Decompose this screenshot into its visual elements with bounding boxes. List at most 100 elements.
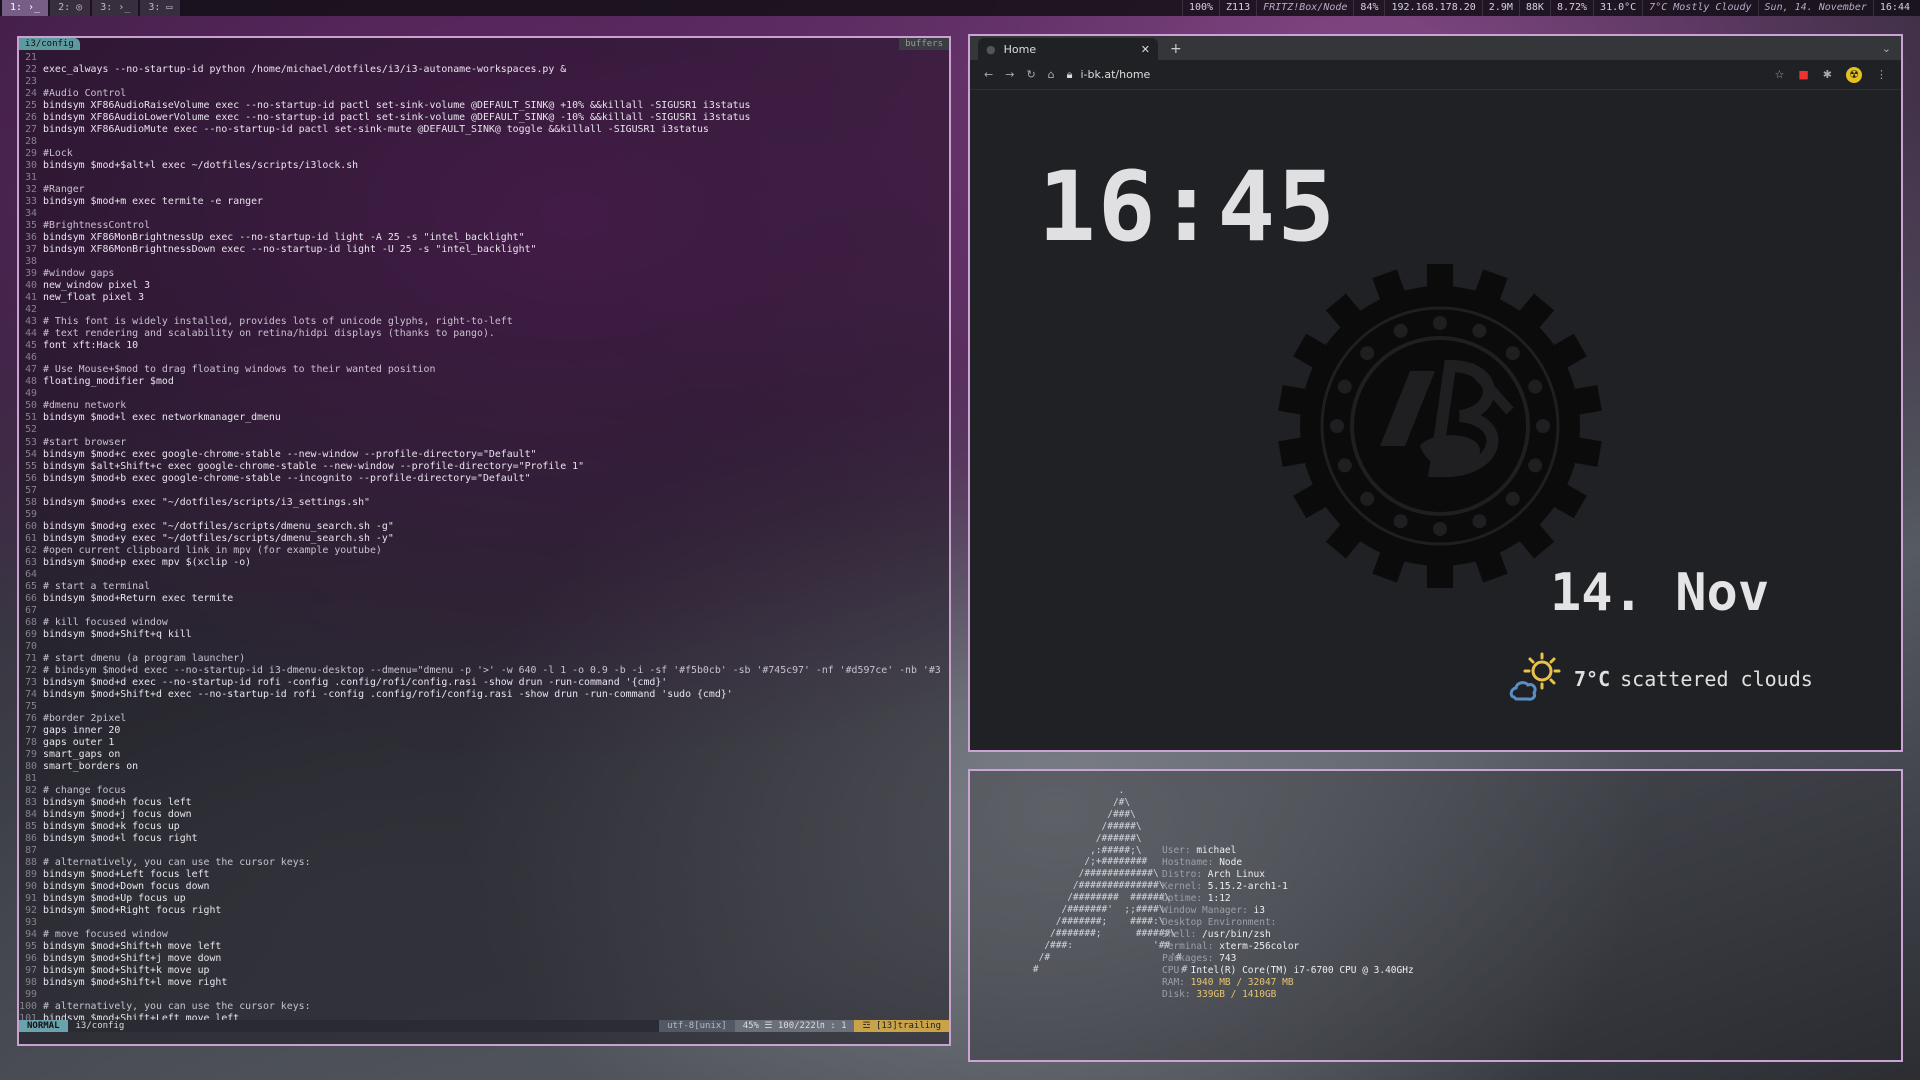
vim-editor-window[interactable]: i3/config buffers 21 22 exec_always --no-s… <box>17 36 951 1046</box>
code-line[interactable]: 26 bindsym XF86AudioLowerVolume exec --no… <box>19 112 949 124</box>
code-line[interactable]: 61 bindsym $mod+y exec "~/dotfiles/script… <box>19 533 949 545</box>
home-icon[interactable]: ⌂ <box>1048 68 1055 81</box>
code-line[interactable]: 42 <box>19 304 949 316</box>
back-icon[interactable]: ← <box>984 68 993 81</box>
code-line[interactable]: 68 # kill focused window <box>19 617 949 629</box>
code-line[interactable]: 76 #border 2pixel <box>19 713 949 725</box>
code-line[interactable]: 72 # bindsym $mod+d exec --no-startup-id … <box>19 665 949 677</box>
code-line[interactable]: 63 bindsym $mod+p exec mpv $(xclip -o) <box>19 557 949 569</box>
code-line[interactable]: 84 bindsym $mod+j focus down <box>19 809 949 821</box>
code-line[interactable]: 80 smart_borders on <box>19 761 949 773</box>
code-line[interactable]: 86 bindsym $mod+l focus right <box>19 833 949 845</box>
code-line[interactable]: 85 bindsym $mod+k focus up <box>19 821 949 833</box>
code-line[interactable]: 77 gaps inner 20 <box>19 725 949 737</box>
code-line[interactable]: 51 bindsym $mod+l exec networkmanager_dme… <box>19 412 949 424</box>
code-line[interactable]: 94 # move focused window <box>19 929 949 941</box>
workspace-button[interactable]: 3: ›_ <box>92 0 139 16</box>
new-tab-button[interactable]: + <box>1158 38 1194 60</box>
code-line[interactable]: 99 <box>19 989 949 1001</box>
code-line[interactable]: 22 exec_always --no-startup-id python /ho… <box>19 64 949 76</box>
code-line[interactable]: 24 #Audio Control <box>19 88 949 100</box>
code-line[interactable]: 58 bindsym $mod+s exec "~/dotfiles/script… <box>19 497 949 509</box>
code-line[interactable]: 74 bindsym $mod+Shift+d exec --no-startup… <box>19 689 949 701</box>
code-line[interactable]: 48 floating_modifier $mod <box>19 376 949 388</box>
code-line[interactable]: 54 bindsym $mod+c exec google-chrome-stab… <box>19 449 949 461</box>
code-line[interactable]: 95 bindsym $mod+Shift+h move left <box>19 941 949 953</box>
code-line[interactable]: 82 # change focus <box>19 785 949 797</box>
workspace-button[interactable]: 1: ›_ <box>2 0 49 16</box>
code-line[interactable]: 89 bindsym $mod+Left focus left <box>19 869 949 881</box>
workspace-button[interactable]: 3: ▭ <box>140 0 181 16</box>
close-tab-icon[interactable]: ✕ <box>1141 43 1150 56</box>
code-line[interactable]: 91 bindsym $mod+Up focus up <box>19 893 949 905</box>
code-line[interactable]: 28 <box>19 136 949 148</box>
code-line[interactable]: 79 smart_gaps on <box>19 749 949 761</box>
extension-lock-icon[interactable]: ■ <box>1798 68 1808 81</box>
forward-icon[interactable]: → <box>1005 68 1014 81</box>
code-line[interactable]: 33 bindsym $mod+m exec termite -e ranger <box>19 196 949 208</box>
code-line[interactable]: 53 #start browser <box>19 437 949 449</box>
code-line[interactable]: 71 # start dmenu (a program launcher) <box>19 653 949 665</box>
menu-kebab-icon[interactable]: ⋮ <box>1876 68 1887 81</box>
browser-window[interactable]: ● Home ✕ + ⌄ ← → ↻ ⌂ 🔒︎ i-bk.at/home ☆ ■… <box>968 34 1903 752</box>
code-line[interactable]: 64 <box>19 569 949 581</box>
code-line[interactable]: 56 bindsym $mod+b exec google-chrome-stab… <box>19 473 949 485</box>
code-line[interactable]: 37 bindsym XF86MonBrightnessDown exec --n… <box>19 244 949 256</box>
code-line[interactable]: 50 #dmenu network <box>19 400 949 412</box>
code-line[interactable]: 83 bindsym $mod+h focus left <box>19 797 949 809</box>
address-bar[interactable]: 🔒︎ i-bk.at/home <box>1067 68 1763 82</box>
profile-avatar[interactable]: ☢ <box>1846 66 1862 83</box>
code-line[interactable]: 52 <box>19 424 949 436</box>
code-line[interactable]: 40 new_window pixel 3 <box>19 280 949 292</box>
code-line[interactable]: 38 <box>19 256 949 268</box>
code-line[interactable]: 65 # start a terminal <box>19 581 949 593</box>
code-line[interactable]: 87 <box>19 845 949 857</box>
code-line[interactable]: 49 <box>19 388 949 400</box>
code-line[interactable]: 32 #Ranger <box>19 184 949 196</box>
extensions-puzzle-icon[interactable]: ✱ <box>1823 68 1832 81</box>
code-line[interactable]: 60 bindsym $mod+g exec "~/dotfiles/script… <box>19 521 949 533</box>
code-line[interactable]: 31 <box>19 172 949 184</box>
code-line[interactable]: 90 bindsym $mod+Down focus down <box>19 881 949 893</box>
code-line[interactable]: 96 bindsym $mod+Shift+j move down <box>19 953 949 965</box>
code-line[interactable]: 57 <box>19 485 949 497</box>
code-line[interactable]: 41 new_float pixel 3 <box>19 292 949 304</box>
code-line[interactable]: 59 <box>19 509 949 521</box>
tab-i3-config[interactable]: i3/config <box>19 38 80 50</box>
code-line[interactable]: 81 <box>19 773 949 785</box>
code-line[interactable]: 35 #BrightnessControl <box>19 220 949 232</box>
code-line[interactable]: 88 # alternatively, you can use the curso… <box>19 857 949 869</box>
code-line[interactable]: 70 <box>19 641 949 653</box>
code-line[interactable]: 92 bindsym $mod+Right focus right <box>19 905 949 917</box>
code-line[interactable]: 21 <box>19 52 949 64</box>
code-line[interactable]: 29 #Lock <box>19 148 949 160</box>
code-line[interactable]: 75 <box>19 701 949 713</box>
code-line[interactable]: 78 gaps outer 1 <box>19 737 949 749</box>
code-line[interactable]: 36 bindsym XF86MonBrightnessUp exec --no-… <box>19 232 949 244</box>
code-line[interactable]: 23 <box>19 76 949 88</box>
code-area[interactable]: 21 22 exec_always --no-startup-id python /… <box>19 52 949 1020</box>
code-line[interactable]: 62 #open current clipboard link in mpv (f… <box>19 545 949 557</box>
code-line[interactable]: 44 # text rendering and scalability on re… <box>19 328 949 340</box>
code-line[interactable]: 30 bindsym $mod+$alt+l exec ~/dotfiles/sc… <box>19 160 949 172</box>
code-line[interactable]: 46 <box>19 352 949 364</box>
code-line[interactable]: 101 bindsym $mod+Shift+Left move left <box>19 1013 949 1020</box>
code-line[interactable]: 67 <box>19 605 949 617</box>
code-line[interactable]: 73 bindsym $mod+d exec --no-startup-id ro… <box>19 677 949 689</box>
code-line[interactable]: 25 bindsym XF86AudioRaiseVolume exec --no… <box>19 100 949 112</box>
code-line[interactable]: 27 bindsym XF86AudioMute exec --no-startu… <box>19 124 949 136</box>
code-line[interactable]: 34 <box>19 208 949 220</box>
code-line[interactable]: 66 bindsym $mod+Return exec termite <box>19 593 949 605</box>
code-line[interactable]: 97 bindsym $mod+Shift+k move up <box>19 965 949 977</box>
code-line[interactable]: 100 # alternatively, you can use the curs… <box>19 1001 949 1013</box>
code-line[interactable]: 43 # This font is widely installed, provi… <box>19 316 949 328</box>
code-line[interactable]: 69 bindsym $mod+Shift+q kill <box>19 629 949 641</box>
bookmark-star-icon[interactable]: ☆ <box>1775 68 1785 81</box>
tab-search-chevron-icon[interactable]: ⌄ <box>1872 38 1901 60</box>
code-line[interactable]: 47 # Use Mouse+$mod to drag floating wind… <box>19 364 949 376</box>
code-line[interactable]: 93 <box>19 917 949 929</box>
terminal-window[interactable]: . /#\ /###\ /#####\ /######\ ,:#####;\ /… <box>968 769 1903 1062</box>
code-line[interactable]: 55 bindsym $alt+Shift+c exec google-chrom… <box>19 461 949 473</box>
code-line[interactable]: 39 #window gaps <box>19 268 949 280</box>
reload-icon[interactable]: ↻ <box>1026 68 1035 81</box>
